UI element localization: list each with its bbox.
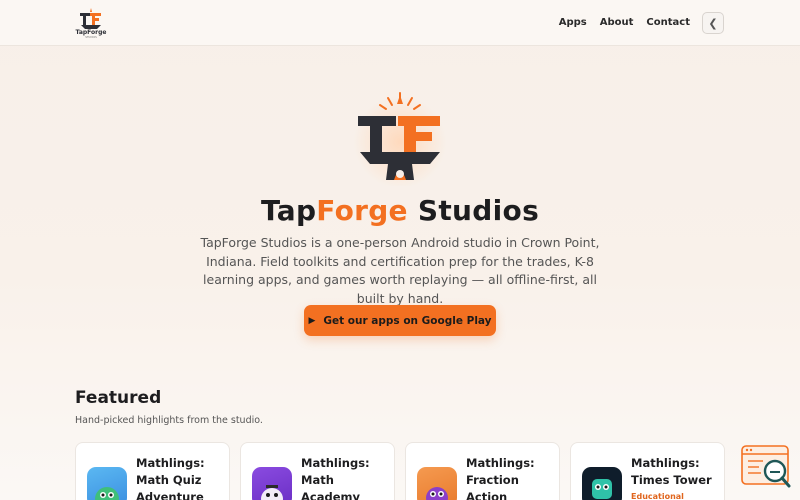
chevron-left-icon: ❮ xyxy=(708,16,718,30)
google-play-button-label: Get our apps on Google Play xyxy=(323,314,492,327)
app-card-title: Mathlings: Math Academy xyxy=(301,456,370,500)
logo-subtext: STUDIOS xyxy=(85,35,97,39)
hero-title-forge: Forge xyxy=(316,194,408,227)
mathlings-purple-mascot-icon xyxy=(252,467,292,500)
app-card[interactable]: Mathlings: Times Tower Educational xyxy=(570,442,725,500)
tapforge-logo-icon[interactable]: TapForge STUDIOS xyxy=(74,7,108,39)
nav-about-link[interactable]: About xyxy=(600,12,634,34)
google-play-button[interactable]: ▶ Get our apps on Google Play xyxy=(304,305,496,336)
featured-subtitle: Hand-picked highlights from the studio. xyxy=(75,415,263,426)
play-icon: ▶ xyxy=(308,315,316,326)
tapforge-anvil-logo xyxy=(354,92,446,186)
hero-description: TapForge Studios is a one-person Android… xyxy=(200,235,600,306)
hero-title-tap: Tap xyxy=(260,194,317,227)
app-card-title: Mathlings: Times Tower xyxy=(631,456,712,487)
mathlings-green-mascot-icon xyxy=(87,467,127,500)
app-card[interactable]: Mathlings: Math Quiz Adventure xyxy=(75,442,230,500)
search-help-widget-icon[interactable] xyxy=(741,444,793,490)
featured-cards: Mathlings: Math Quiz Adventure Mathlings… xyxy=(75,442,725,500)
nav-apps-link[interactable]: Apps xyxy=(559,12,587,34)
hero-title: TapForge Studios xyxy=(0,194,800,227)
theme-toggle-button[interactable]: ❮ xyxy=(702,12,724,34)
hero-title-studios: Studios xyxy=(407,194,540,227)
mathlings-orange-mascot-icon xyxy=(417,467,457,500)
app-card-title: Mathlings: Math Quiz Adventure xyxy=(136,456,205,500)
mathlings-teal-mascot-icon xyxy=(582,467,622,500)
site-header: TapForge STUDIOS Apps About Contact ❮ xyxy=(0,0,800,46)
app-card[interactable]: Mathlings: Fraction Action xyxy=(405,442,560,500)
app-card[interactable]: Mathlings: Math Academy xyxy=(240,442,395,500)
nav-contact-link[interactable]: Contact xyxy=(646,12,690,34)
logo-text: TapForge xyxy=(76,29,107,36)
app-card-title: Mathlings: Fraction Action xyxy=(466,456,535,500)
app-card-category-badge: Educational xyxy=(631,492,684,500)
featured-heading: Featured xyxy=(75,388,162,408)
main-nav: Apps About Contact ❮ xyxy=(546,12,724,34)
